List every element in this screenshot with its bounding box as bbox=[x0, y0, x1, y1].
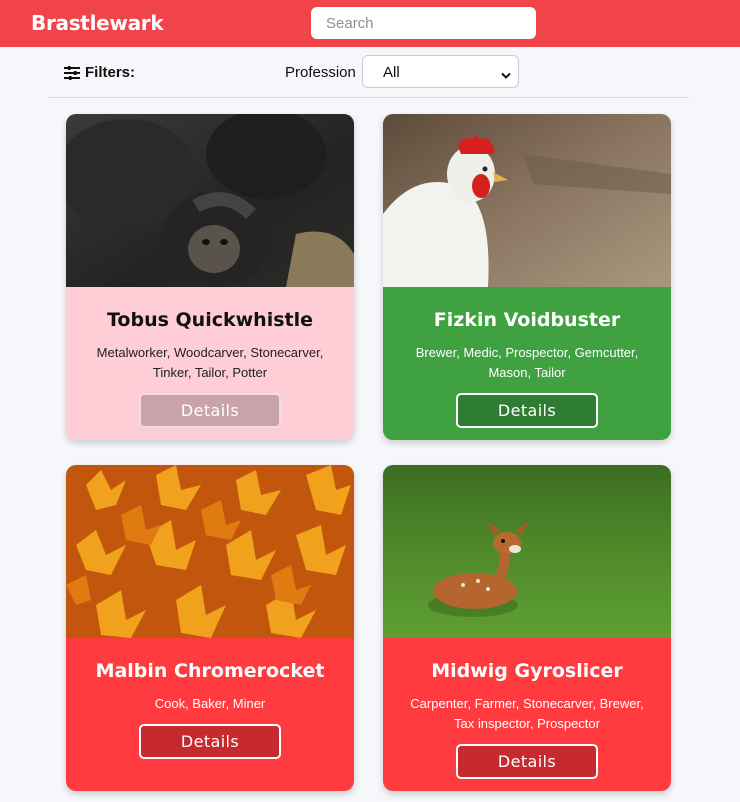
gnome-card: Malbin Chromerocket Cook, Baker, Miner D… bbox=[66, 465, 354, 791]
details-button[interactable]: Details bbox=[139, 724, 281, 759]
details-button[interactable]: Details bbox=[456, 744, 598, 779]
card-professions: Carpenter, Farmer, Stonecarver, Brewer, … bbox=[410, 696, 644, 731]
card-professions: Cook, Baker, Miner bbox=[154, 696, 266, 711]
details-button[interactable]: Details bbox=[139, 393, 281, 428]
top-navbar: Brastlewark bbox=[0, 0, 740, 47]
sliders-icon bbox=[64, 65, 80, 80]
chevron-down-icon bbox=[501, 67, 511, 84]
card-photo bbox=[66, 465, 354, 638]
card-professions: Brewer, Medic, Prospector, Gemcutter, Ma… bbox=[415, 345, 639, 380]
gnome-card: Midwig Gyroslicer Carpenter, Farmer, Sto… bbox=[383, 465, 671, 791]
card-name: Tobus Quickwhistle bbox=[106, 309, 313, 331]
brand-logo-text[interactable]: Brastlewark bbox=[31, 11, 164, 35]
card-body: Malbin Chromerocket Cook, Baker, Miner D… bbox=[66, 638, 354, 791]
card-body: Fizkin Voidbuster Brewer, Medic, Prospec… bbox=[383, 287, 671, 440]
search-input[interactable] bbox=[311, 7, 536, 39]
profession-selected-value: All bbox=[383, 64, 400, 81]
card-name: Midwig Gyroslicer bbox=[431, 660, 623, 682]
card-photo bbox=[66, 114, 354, 287]
profession-label: Profession bbox=[285, 64, 356, 81]
profession-select[interactable]: All bbox=[362, 55, 519, 88]
gnome-card: Fizkin Voidbuster Brewer, Medic, Prospec… bbox=[383, 114, 671, 440]
card-body: Tobus Quickwhistle Metalworker, Woodcarv… bbox=[66, 287, 354, 440]
card-name: Fizkin Voidbuster bbox=[433, 309, 621, 331]
details-button[interactable]: Details bbox=[456, 393, 598, 428]
gnome-card: Tobus Quickwhistle Metalworker, Woodcarv… bbox=[66, 114, 354, 440]
card-body: Midwig Gyroslicer Carpenter, Farmer, Sto… bbox=[383, 638, 671, 791]
card-name: Malbin Chromerocket bbox=[95, 660, 325, 682]
filters-heading: Filters: bbox=[64, 64, 135, 81]
card-photo bbox=[383, 114, 671, 287]
card-professions: Metalworker, Woodcarver, Stonecarver, Ti… bbox=[96, 345, 324, 380]
filter-bar: Filters: Profession All bbox=[49, 47, 689, 98]
card-photo bbox=[383, 465, 671, 638]
filters-label: Filters: bbox=[85, 64, 136, 81]
